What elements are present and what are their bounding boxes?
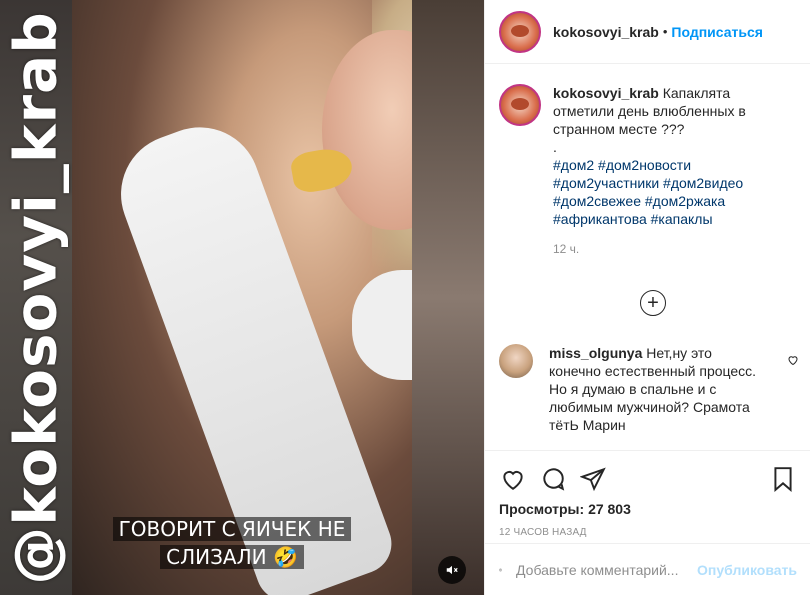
comment-button[interactable] [539, 465, 567, 493]
video-caption: ГОВОРИТ С ЯИЧЕК НЕ СЛИЗАЛИ 🤣 [112, 515, 352, 571]
comment-avatar[interactable] [499, 344, 533, 378]
comments-area: kokosovyi_krab Капаклята отметили день в… [485, 64, 810, 448]
paper-plane-icon [580, 467, 606, 492]
follow-button[interactable]: Подписаться [671, 24, 763, 40]
comment: miss_olgunya Нет,ну это конечно естестве… [499, 344, 799, 434]
watermark-text: @kokosovyi_krab [2, 10, 71, 585]
bookmark-icon [774, 467, 792, 492]
video-caption-line1: ГОВОРИТ С ЯИЧЕК НЕ [112, 517, 352, 541]
caption-separator: . [553, 139, 557, 155]
hashtag-line[interactable]: #дом2свежее #дом2ржака [553, 192, 793, 210]
header-username[interactable]: kokosovyi_krab [553, 24, 659, 40]
caption-emoji: ??? [661, 121, 685, 137]
publish-button[interactable]: Опубликовать [697, 562, 797, 578]
comment-like-button[interactable] [787, 354, 799, 369]
views-value: 27 803 [588, 501, 631, 517]
comment-username[interactable]: miss_olgunya [549, 345, 642, 361]
save-button[interactable] [769, 465, 797, 493]
share-button[interactable] [579, 465, 607, 493]
add-comment-bar: Опубликовать [485, 543, 810, 595]
hashtag-line[interactable]: #дом2участники #дом2видео [553, 174, 793, 192]
load-more-comments-button[interactable]: + [640, 290, 666, 316]
post-actions: Просмотры: 27 803 12 ЧАСОВ НАЗАД Опублик… [485, 450, 810, 595]
heart-icon [788, 356, 798, 366]
post-timestamp[interactable]: 12 ЧАСОВ НАЗАД [485, 527, 810, 538]
views-label: Просмотры: [499, 501, 585, 517]
dot-separator: • [662, 24, 668, 39]
plus-icon: + [647, 292, 659, 314]
video-frame [72, 0, 484, 595]
post-header: kokosovyi_krab • Подписаться [485, 0, 810, 64]
media-right-strip [412, 0, 484, 595]
post-side-panel: kokosovyi_krab • Подписаться kokosovyi_k… [484, 0, 810, 595]
views-count[interactable]: Просмотры: 27 803 [485, 501, 810, 517]
post-caption: kokosovyi_krab Капаклята отметили день в… [499, 84, 797, 258]
avatar[interactable] [499, 10, 541, 53]
comment-input[interactable] [516, 561, 698, 578]
heart-icon [503, 471, 523, 490]
video-caption-line2: СЛИЗАЛИ 🤣 [160, 545, 304, 569]
watermark: @kokosovyi_krab [2, 0, 70, 595]
hashtags: #дом2 #дом2новости #дом2участники #дом2в… [553, 156, 793, 228]
post-media[interactable]: @kokosovyi_krab ГОВОРИТ С ЯИЧЕК НЕ СЛИЗА… [0, 0, 484, 595]
emoji-icon[interactable] [499, 557, 502, 583]
caption-time[interactable]: 12 ч. [553, 240, 793, 258]
hashtag-line[interactable]: #африкантова #капаклы [553, 210, 793, 228]
speech-bubble-icon [543, 468, 565, 491]
mute-button[interactable] [438, 556, 466, 584]
like-button[interactable] [499, 465, 527, 493]
speaker-muted-icon [446, 565, 458, 575]
hashtag-line[interactable]: #дом2 #дом2новости [553, 156, 793, 174]
caption-username[interactable]: kokosovyi_krab [553, 85, 659, 101]
caption-avatar[interactable] [499, 84, 541, 126]
